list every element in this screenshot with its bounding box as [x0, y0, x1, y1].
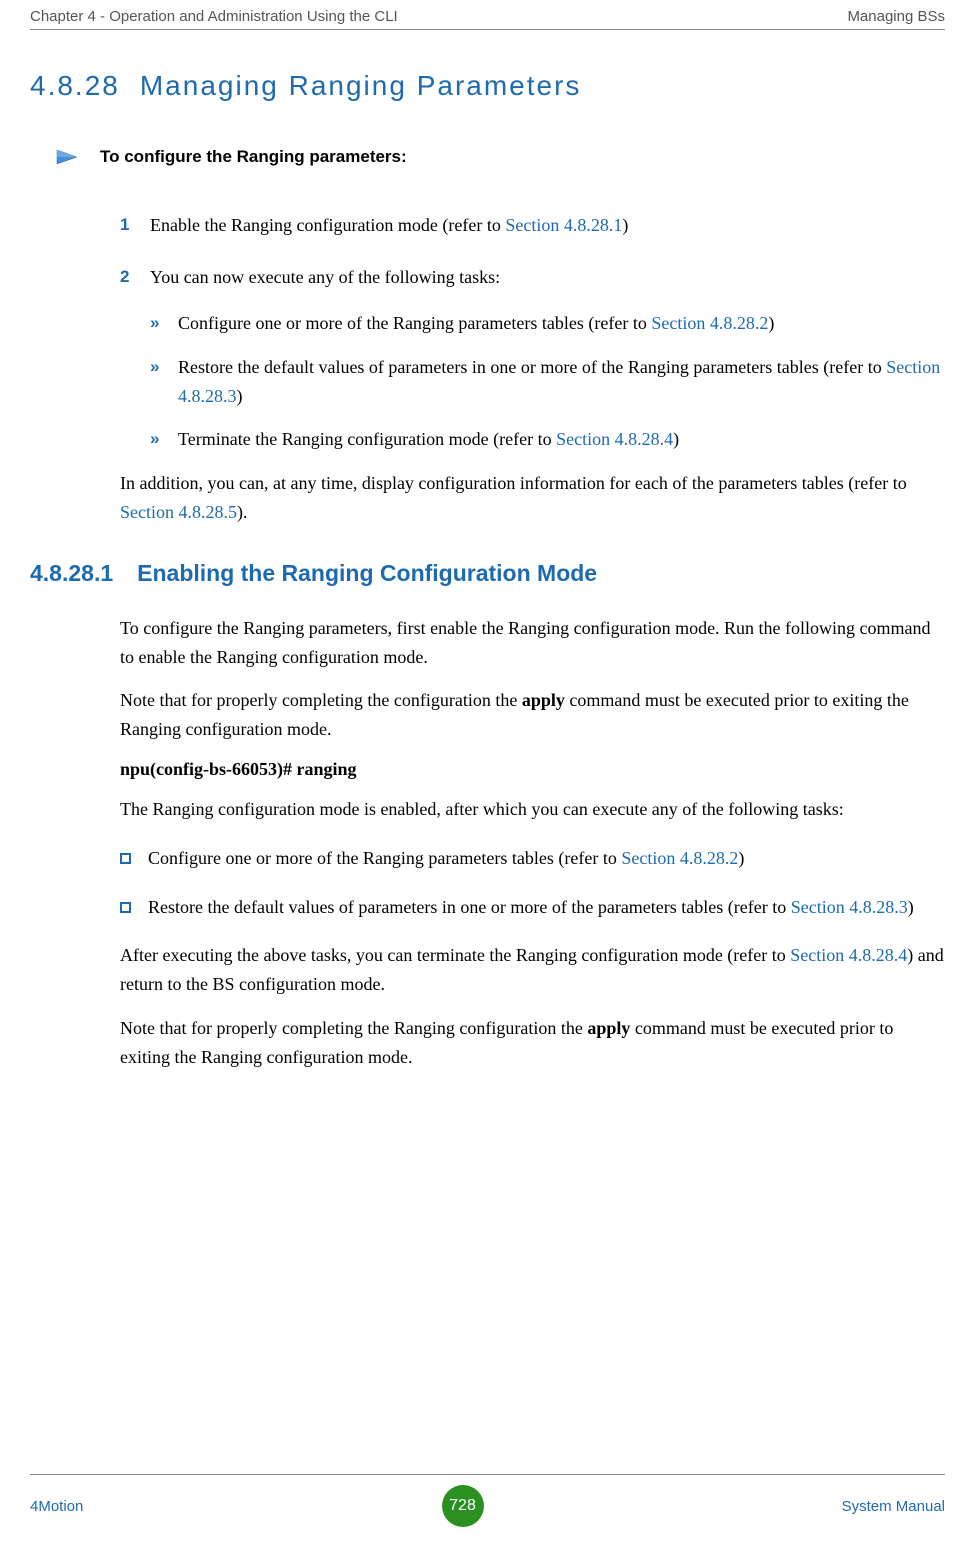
step-number: 2 [120, 264, 150, 291]
sub-item: » Restore the default values of paramete… [150, 353, 945, 411]
callout-text: To configure the Ranging parameters: [100, 147, 407, 167]
header-right: Managing BSs [847, 8, 945, 25]
step-2: 2 You can now execute any of the followi… [120, 264, 945, 291]
footer-right: System Manual [842, 1498, 945, 1515]
bold-text: apply [522, 690, 565, 710]
paragraph: To configure the Ranging parameters, fir… [120, 614, 945, 672]
section-link[interactable]: Section 4.8.28.2 [621, 848, 738, 868]
section-link[interactable]: Section 4.8.28.2 [651, 313, 768, 333]
section-title: Managing Ranging Parameters [140, 70, 582, 101]
footer-divider [30, 1474, 945, 1475]
paragraph: Note that for properly completing the co… [120, 686, 945, 744]
arrow-icon [55, 147, 85, 167]
sub-item: » Terminate the Ranging configuration mo… [150, 425, 945, 454]
addition-para: In addition, you can, at any time, displ… [120, 469, 945, 527]
section-number: 4.8.28 [30, 70, 120, 102]
section-link[interactable]: Section 4.8.28.1 [505, 215, 622, 235]
step-number: 1 [120, 212, 150, 239]
header-left: Chapter 4 - Operation and Administration… [30, 8, 398, 25]
bullet-item: Restore the default values of parameters… [120, 893, 945, 922]
chevron-icon: » [150, 353, 178, 411]
footer-row: 4Motion 728 System Manual [30, 1485, 945, 1527]
subsection-title: Enabling the Ranging Configuration Mode [137, 560, 597, 587]
step-1: 1 Enable the Ranging configuration mode … [120, 212, 945, 239]
footer-left: 4Motion [30, 1498, 83, 1515]
main-content: 1 Enable the Ranging configuration mode … [0, 212, 975, 527]
sub-item: » Configure one or more of the Ranging p… [150, 309, 945, 338]
square-bullet-icon [120, 844, 148, 873]
paragraph: Note that for properly completing the Ra… [120, 1014, 945, 1072]
bullet-item: Configure one or more of the Ranging par… [120, 844, 945, 873]
page-footer: 4Motion 728 System Manual [0, 1474, 975, 1545]
section-link[interactable]: Section 4.8.28.3 [791, 897, 908, 917]
bullet-text: Configure one or more of the Ranging par… [148, 844, 744, 873]
sub-text: Terminate the Ranging configuration mode… [178, 425, 679, 454]
bullet-text: Restore the default values of parameters… [148, 893, 914, 922]
page-number-badge: 728 [442, 1485, 484, 1527]
sub-text: Restore the default values of parameters… [178, 353, 945, 411]
square-bullet-icon [120, 893, 148, 922]
paragraph: After executing the above tasks, you can… [120, 941, 945, 999]
subsection-number: 4.8.28.1 [30, 560, 113, 587]
chevron-icon: » [150, 309, 178, 338]
page-header: Chapter 4 - Operation and Administration… [0, 0, 975, 29]
section-link[interactable]: Section 4.8.28.4 [790, 945, 907, 965]
chevron-icon: » [150, 425, 178, 454]
paragraph: The Ranging configuration mode is enable… [120, 795, 945, 824]
subsection-content: To configure the Ranging parameters, fir… [0, 614, 975, 1072]
section-link[interactable]: Section 4.8.28.5 [120, 502, 237, 522]
bold-text: apply [587, 1018, 630, 1038]
step-text: Enable the Ranging configuration mode (r… [150, 212, 628, 239]
subsection-heading: 4.8.28.1 Enabling the Ranging Configurat… [0, 542, 975, 599]
section-heading: 4.8.28 Managing Ranging Parameters [0, 30, 975, 132]
sub-text: Configure one or more of the Ranging par… [178, 309, 774, 338]
section-link[interactable]: Section 4.8.28.4 [556, 429, 673, 449]
callout-row: To configure the Ranging parameters: [0, 132, 975, 187]
step-text: You can now execute any of the following… [150, 264, 500, 291]
code-line: npu(config-bs-66053)# ranging [120, 759, 945, 780]
